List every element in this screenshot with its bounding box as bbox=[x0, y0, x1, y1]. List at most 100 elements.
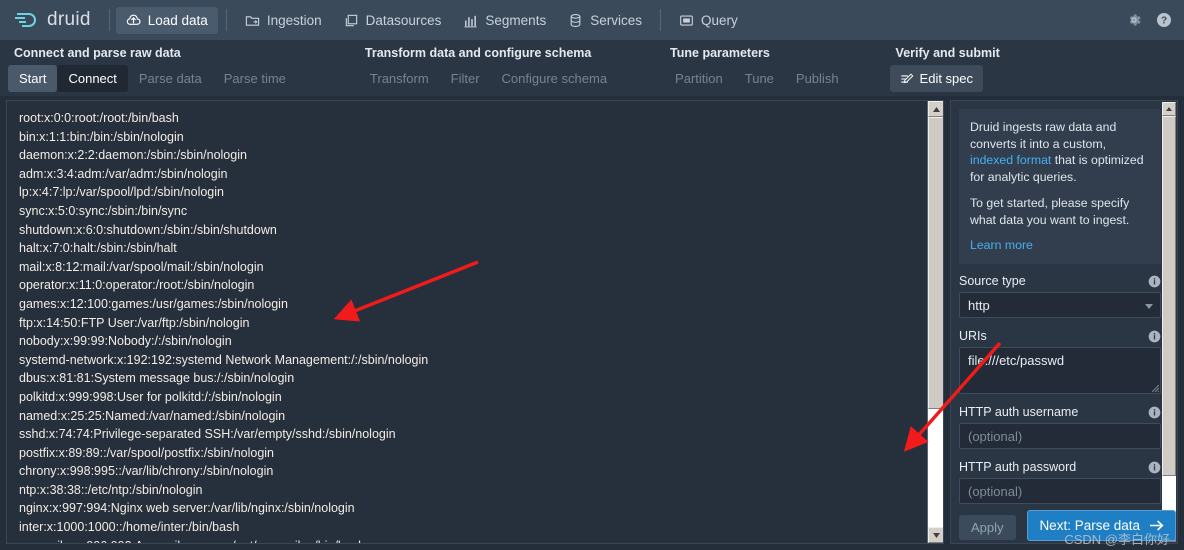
info-icon[interactable] bbox=[1148, 330, 1161, 343]
top-navbar: druid Load data Ingestion Datasources Se… bbox=[0, 0, 1184, 40]
edit-spec-button[interactable]: Edit spec bbox=[889, 65, 984, 92]
raw-data-text: root:x:0:0:root:/root:/bin/bash bin:x:1:1… bbox=[7, 101, 943, 543]
raw-data-line: nobody:x:99:99:Nobody:/:/sbin/nologin bbox=[19, 334, 232, 349]
raw-data-line: operator:x:11:0:operator:/root:/sbin/nol… bbox=[19, 278, 255, 293]
ingestion-icon bbox=[245, 15, 259, 26]
edit-spec-icon bbox=[900, 73, 913, 83]
brand-name: druid bbox=[47, 9, 91, 30]
step-group-verify: Verify and submit Edit spec bbox=[889, 46, 1004, 92]
step-button-partition: Partition bbox=[675, 71, 723, 86]
step-button-parse-time: Parse time bbox=[223, 71, 286, 86]
nav-divider-1 bbox=[108, 9, 110, 31]
nav-item-label: Query bbox=[700, 12, 738, 28]
step-group-tune: Tune parameters Partition Tune Publish bbox=[664, 46, 850, 92]
sidebar-scrollbar[interactable] bbox=[1162, 102, 1176, 542]
sidebar-scroll-track[interactable] bbox=[1162, 116, 1176, 528]
sidebar-content: Druid ingests raw data and converts it i… bbox=[959, 109, 1161, 543]
raw-data-line: lp:x:4:7:lp:/var/spool/lpd:/sbin/nologin bbox=[19, 185, 224, 200]
nav-item-label: Datasources bbox=[365, 12, 442, 28]
uris-label: URIs bbox=[959, 329, 987, 343]
step-button-filter: Filter bbox=[450, 71, 480, 86]
info-text-a: Druid ingests raw data and converts it i… bbox=[970, 120, 1117, 151]
raw-data-line: bin:x:1:1:bin:/bin:/sbin/nologin bbox=[19, 129, 184, 144]
http-auth-password-placeholder: (optional) bbox=[968, 483, 1023, 499]
step-button-connect[interactable]: Connect bbox=[57, 65, 128, 92]
nav-items: Load data Ingestion Datasources Segments bbox=[115, 6, 748, 34]
nav-divider-2 bbox=[225, 9, 227, 31]
info-icon[interactable] bbox=[1148, 461, 1161, 474]
source-type-value: http bbox=[968, 297, 990, 313]
raw-data-line: named:x:25:25:Named:/var/named:/sbin/nol… bbox=[19, 408, 286, 423]
raw-data-line: games:x:12:100:games:/usr/games:/sbin/no… bbox=[19, 296, 288, 311]
info-icon[interactable] bbox=[1148, 275, 1161, 288]
step-button-transform: Transform bbox=[369, 71, 429, 86]
raw-data-scrollbar[interactable] bbox=[927, 101, 943, 543]
http-auth-username-input[interactable]: (optional) bbox=[959, 423, 1161, 449]
nav-item-ingestion[interactable]: Ingestion bbox=[235, 7, 332, 34]
step-group-transform-schema: Transform data and configure schema Tran… bbox=[359, 46, 618, 92]
scrollbar-thumb[interactable] bbox=[928, 117, 943, 409]
source-type-label: Source type bbox=[959, 274, 1026, 288]
http-auth-password-input[interactable]: (optional) bbox=[959, 478, 1161, 504]
navbar-right-actions: ? bbox=[1126, 12, 1172, 28]
http-auth-username-label-row: HTTP auth username bbox=[959, 405, 1161, 419]
raw-data-line: nginx:x:997:994:Nginx web server:/var/li… bbox=[19, 501, 355, 516]
upload-cloud-icon bbox=[126, 14, 141, 25]
connect-settings-sidebar: Druid ingests raw data and converts it i… bbox=[950, 100, 1178, 544]
info-paragraph-1: Druid ingests raw data and converts it i… bbox=[970, 119, 1150, 185]
step-group-connect-parse: Connect and parse raw data Start Connect… bbox=[8, 46, 297, 92]
apply-button[interactable]: Apply bbox=[959, 515, 1016, 540]
sidebar-scrollbar-thumb[interactable] bbox=[1162, 116, 1176, 476]
raw-data-panel: root:x:0:0:root:/root:/bin/bash bin:x:1:1… bbox=[6, 100, 944, 544]
http-auth-username-placeholder: (optional) bbox=[968, 428, 1023, 444]
raw-data-line: ntp:x:38:38::/etc/ntp:/sbin/nologin bbox=[19, 482, 203, 497]
nav-item-services[interactable]: Services bbox=[558, 7, 652, 34]
nav-item-datasources[interactable]: Datasources bbox=[334, 7, 452, 34]
step-button-parse-data: Parse data bbox=[138, 71, 202, 86]
step-button-row: Edit spec bbox=[889, 65, 1004, 92]
step-group-title: Connect and parse raw data bbox=[14, 46, 181, 60]
info-card: Druid ingests raw data and converts it i… bbox=[959, 109, 1161, 264]
uris-label-row: URIs bbox=[959, 329, 1161, 343]
step-button-start[interactable]: Start bbox=[8, 65, 58, 92]
caret-down-icon bbox=[932, 532, 940, 538]
learn-more-link[interactable]: Learn more bbox=[970, 238, 1150, 252]
nav-item-segments[interactable]: Segments bbox=[453, 7, 556, 34]
main-body: root:x:0:0:root:/root:/bin/bash bin:x:1:1… bbox=[0, 96, 1184, 550]
uris-value: file:///etc/passwd bbox=[968, 353, 1065, 368]
raw-data-line: postfix:x:89:89::/var/spool/postfix:/sbi… bbox=[19, 445, 275, 460]
chevron-down-icon bbox=[1145, 304, 1153, 309]
indexed-format-link[interactable]: indexed format bbox=[970, 153, 1051, 167]
svg-text:?: ? bbox=[1161, 16, 1167, 27]
caret-up-icon bbox=[1166, 107, 1172, 111]
info-paragraph-2: To get started, please specify what data… bbox=[970, 196, 1130, 227]
raw-data-line: shutdown:x:6:0:shutdown:/sbin:/sbin/shut… bbox=[19, 222, 277, 237]
scroll-down-button[interactable] bbox=[928, 527, 943, 543]
raw-data-line: root:x:0:0:root:/root:/bin/bash bbox=[19, 111, 179, 125]
step-group-title: Verify and submit bbox=[895, 46, 1000, 60]
nav-item-label: Segments bbox=[485, 12, 547, 28]
gear-icon[interactable] bbox=[1126, 12, 1142, 28]
brand-logo-group[interactable]: druid bbox=[10, 9, 103, 31]
sidebar-scroll-up-button[interactable] bbox=[1162, 102, 1176, 116]
help-icon[interactable]: ? bbox=[1156, 12, 1172, 28]
http-auth-password-label: HTTP auth password bbox=[959, 460, 1077, 474]
step-button-row: Transform Filter Configure schema bbox=[359, 65, 618, 92]
source-type-select[interactable]: http bbox=[959, 292, 1161, 318]
nav-item-label: Ingestion bbox=[266, 12, 322, 28]
query-icon bbox=[680, 14, 693, 26]
http-auth-password-label-row: HTTP auth password bbox=[959, 460, 1161, 474]
nav-item-load-data[interactable]: Load data bbox=[115, 6, 218, 34]
raw-data-line: chrony:x:998:995::/var/lib/chrony:/sbin/… bbox=[19, 464, 274, 479]
step-button-tune: Tune bbox=[744, 71, 774, 86]
nav-item-query[interactable]: Query bbox=[669, 7, 748, 34]
scroll-up-button[interactable] bbox=[928, 101, 943, 117]
druid-logo-icon bbox=[15, 13, 36, 27]
datasources-icon bbox=[345, 14, 357, 26]
nav-item-label: Services bbox=[590, 12, 642, 28]
resize-grip-icon[interactable] bbox=[1150, 383, 1159, 392]
raw-data-line: systemd-network:x:192:192:systemd Networ… bbox=[19, 352, 429, 367]
segments-icon bbox=[464, 15, 477, 27]
info-icon[interactable] bbox=[1148, 406, 1161, 419]
uris-textarea[interactable]: file:///etc/passwd bbox=[959, 347, 1161, 394]
